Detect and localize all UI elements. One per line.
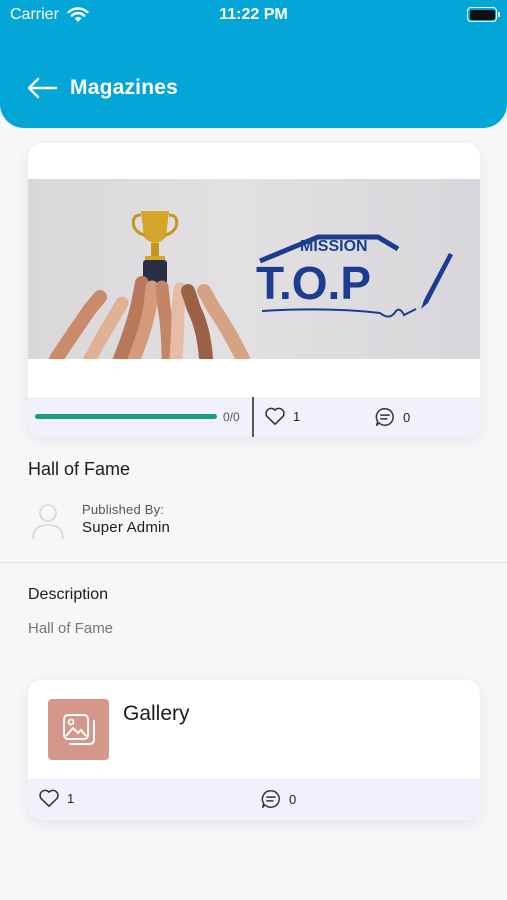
- magazine-card-footer: 0/0 1 0: [28, 397, 480, 437]
- mission-top-logo: MISSION T.O.P: [256, 234, 453, 318]
- description-heading: Description: [28, 586, 109, 603]
- gallery-title: Gallery: [123, 702, 190, 725]
- battery-icon: [467, 7, 500, 22]
- section-divider: [0, 562, 507, 563]
- like-count: 1: [293, 408, 301, 424]
- comment-count: 0: [403, 409, 411, 425]
- reading-progress-bar: [35, 414, 217, 419]
- gallery-like-button[interactable]: 1: [38, 788, 74, 808]
- logo-top-text: T.O.P: [256, 257, 371, 309]
- gallery-comment-count: 0: [289, 791, 297, 807]
- gallery-comment-button[interactable]: 0: [260, 788, 296, 810]
- status-bar: Carrier 11:22 PM: [0, 0, 507, 32]
- footer-divider: [252, 397, 254, 437]
- magazine-title: Hall of Fame: [28, 459, 131, 479]
- gallery-card-footer: 1 0: [28, 779, 480, 820]
- gallery-like-count: 1: [67, 790, 75, 806]
- gallery-thumbnail: [48, 699, 109, 760]
- heart-icon: [265, 407, 285, 425]
- comment-icon: [375, 408, 394, 426]
- reading-progress-label: 0/0: [223, 410, 240, 424]
- published-by-label: Published By:: [82, 502, 165, 517]
- back-arrow-icon[interactable]: [26, 76, 58, 100]
- comment-button[interactable]: 0: [374, 406, 410, 428]
- gallery-card[interactable]: Gallery 1 0: [28, 680, 480, 820]
- logo-mission-text: MISSION: [300, 238, 368, 255]
- magazine-card[interactable]: MISSION T.O.P 0/0 1 0: [28, 143, 480, 437]
- user-icon: [32, 504, 64, 540]
- description-text: Hall of Fame: [28, 620, 114, 637]
- page-title: Magazines: [70, 76, 178, 99]
- publisher-name: Super Admin: [82, 519, 171, 536]
- reaching-hands-graphic: [49, 276, 250, 359]
- status-time: 11:22 PM: [219, 6, 288, 23]
- image-icon: [62, 713, 95, 745]
- comment-icon: [261, 790, 280, 808]
- magazine-cover-image: MISSION T.O.P: [28, 179, 480, 359]
- app-header: Carrier 11:22 PM Magazines: [0, 0, 507, 128]
- like-button[interactable]: 1: [264, 406, 300, 426]
- heart-icon: [39, 789, 59, 807]
- trophy-graphic: [131, 211, 179, 284]
